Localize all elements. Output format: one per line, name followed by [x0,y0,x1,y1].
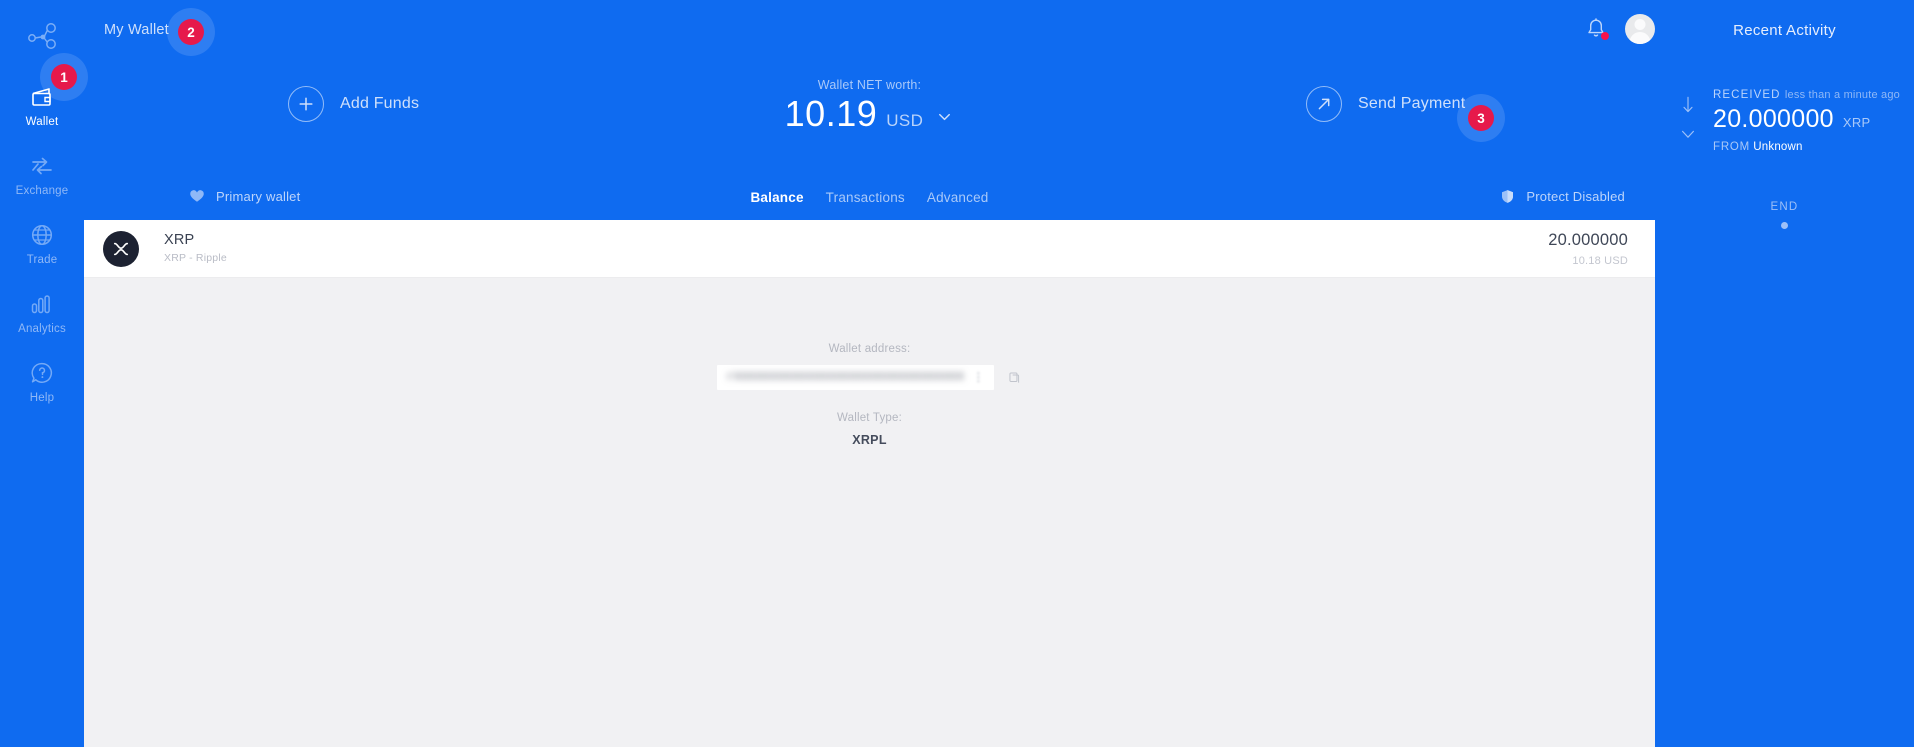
step-badge-3: 3 [1468,105,1494,131]
notification-dot [1601,32,1609,40]
asset-balance: 20.000000 [1548,231,1628,249]
asset-meta: XRP XRP - Ripple [164,231,227,264]
protect-toggle[interactable]: Protect Disabled [1500,188,1625,205]
sidebar-item-trade[interactable]: Trade [0,210,84,279]
wallet-tabs: Balance Transactions Advanced [84,190,1655,205]
activity-from: FROM Unknown [1713,141,1900,153]
asset-subtitle: XRP - Ripple [164,252,227,265]
activity-currency: XRP [1842,115,1871,130]
activity-timestamp: less than a minute ago [1784,89,1900,101]
sidebar-item-help[interactable]: Help [0,348,84,417]
sidebar-item-label: Trade [26,254,58,267]
my-wallet-menu[interactable]: My Wallet [104,22,169,38]
dot-icon [1781,222,1788,229]
recent-activity-panel: Recent Activity RECEIVED less than a min… [1655,0,1914,747]
tab-advanced[interactable]: Advanced [927,190,989,205]
activity-from-value: Unknown [1753,141,1803,153]
wallet-icon [29,84,55,110]
activity-head: RECEIVED less than a minute ago [1713,89,1900,101]
top-bar: My Wallet [84,0,1655,64]
notifications-button[interactable] [1585,17,1609,41]
wallet-address-box[interactable]: rXXXXXXXXXXXXXXXXXXXXXXXXXXXXXXXX ⋮ [716,365,995,390]
wallet-app: Wallet Exchange Trade Analytics Help My … [0,0,1914,747]
recent-activity-title: Recent Activity [1733,22,1836,39]
sidebar-item-label: Analytics [18,323,66,336]
wallet-type-caption: Wallet Type: [836,412,903,424]
activity-icons [1677,95,1699,140]
bar-chart-icon [29,291,55,317]
asset-balance-usd: 10.18 USD [1572,254,1628,267]
avatar-head [1634,19,1646,30]
sidebar-item-exchange[interactable]: Exchange [0,141,84,210]
net-worth-amount: 10.19 [784,93,878,134]
activity-end-label: END [1770,201,1799,213]
asset-balance-meta: 20.000000 10.18 USD [1548,231,1628,267]
sidebar-items: Wallet Exchange Trade Analytics Help [0,72,84,417]
net-worth-currency: USD [886,111,924,130]
wallet-address-line: rXXXXXXXXXXXXXXXXXXXXXXXXXXXXXXXX ⋮ [84,365,1655,390]
activity-amount-row: 20.000000 XRP [1713,105,1900,134]
avatar[interactable] [1625,14,1655,44]
wallet-address-caption: Wallet address: [828,343,911,355]
currency-chevron-down-icon[interactable] [935,107,954,126]
asset-symbol: XRP [164,232,195,248]
protect-label: Protect Disabled [1526,189,1625,204]
tab-balance[interactable]: Balance [750,190,803,205]
shield-icon [1500,188,1515,205]
activity-expand-chevron-down-icon[interactable] [1679,129,1697,140]
wallet-subbar: Primary wallet Balance Transactions Adva… [84,182,1655,218]
wallet-details: Wallet address: rXXXXXXXXXXXXXXXXXXXXXXX… [84,278,1655,747]
question-icon [29,360,55,386]
wallet-address-value: rXXXXXXXXXXXXXXXXXXXXXXXXXXXXXXXX [726,370,965,384]
activity-entry[interactable]: RECEIVED less than a minute ago 20.00000… [1655,89,1914,153]
top-bar-right [1585,14,1655,44]
activity-amount: 20.000000 [1713,105,1834,133]
sidebar-item-analytics[interactable]: Analytics [0,279,84,348]
activity-kind: RECEIVED [1713,89,1781,101]
xrp-icon [103,231,139,267]
wallet-address-overflow-icon: ⋮ [972,370,985,384]
globe-icon [29,222,55,248]
activity-body: RECEIVED less than a minute ago 20.00000… [1713,89,1914,153]
network-nodes-logo [20,14,64,58]
arrow-down-icon [1679,95,1697,115]
sidebar-item-label: Exchange [15,185,69,198]
activity-from-label: FROM [1713,141,1751,153]
sidebar-item-label: Wallet [25,116,59,129]
copy-icon[interactable] [1008,371,1022,385]
net-worth-row: 10.19 USD [84,96,1655,132]
asset-row[interactable]: XRP XRP - Ripple 20.000000 10.18 USD [84,220,1655,278]
wallet-type-value: XRPL [852,433,887,447]
step-badge-2: 2 [178,19,204,45]
tab-transactions[interactable]: Transactions [826,190,905,205]
avatar-body [1629,32,1651,44]
exchange-icon [29,153,55,179]
step-badge-1: 1 [51,64,77,90]
left-sidebar: Wallet Exchange Trade Analytics Help [0,0,84,747]
sidebar-item-label: Help [29,392,55,405]
wallet-card: XRP XRP - Ripple 20.000000 10.18 USD Wal… [84,220,1655,747]
